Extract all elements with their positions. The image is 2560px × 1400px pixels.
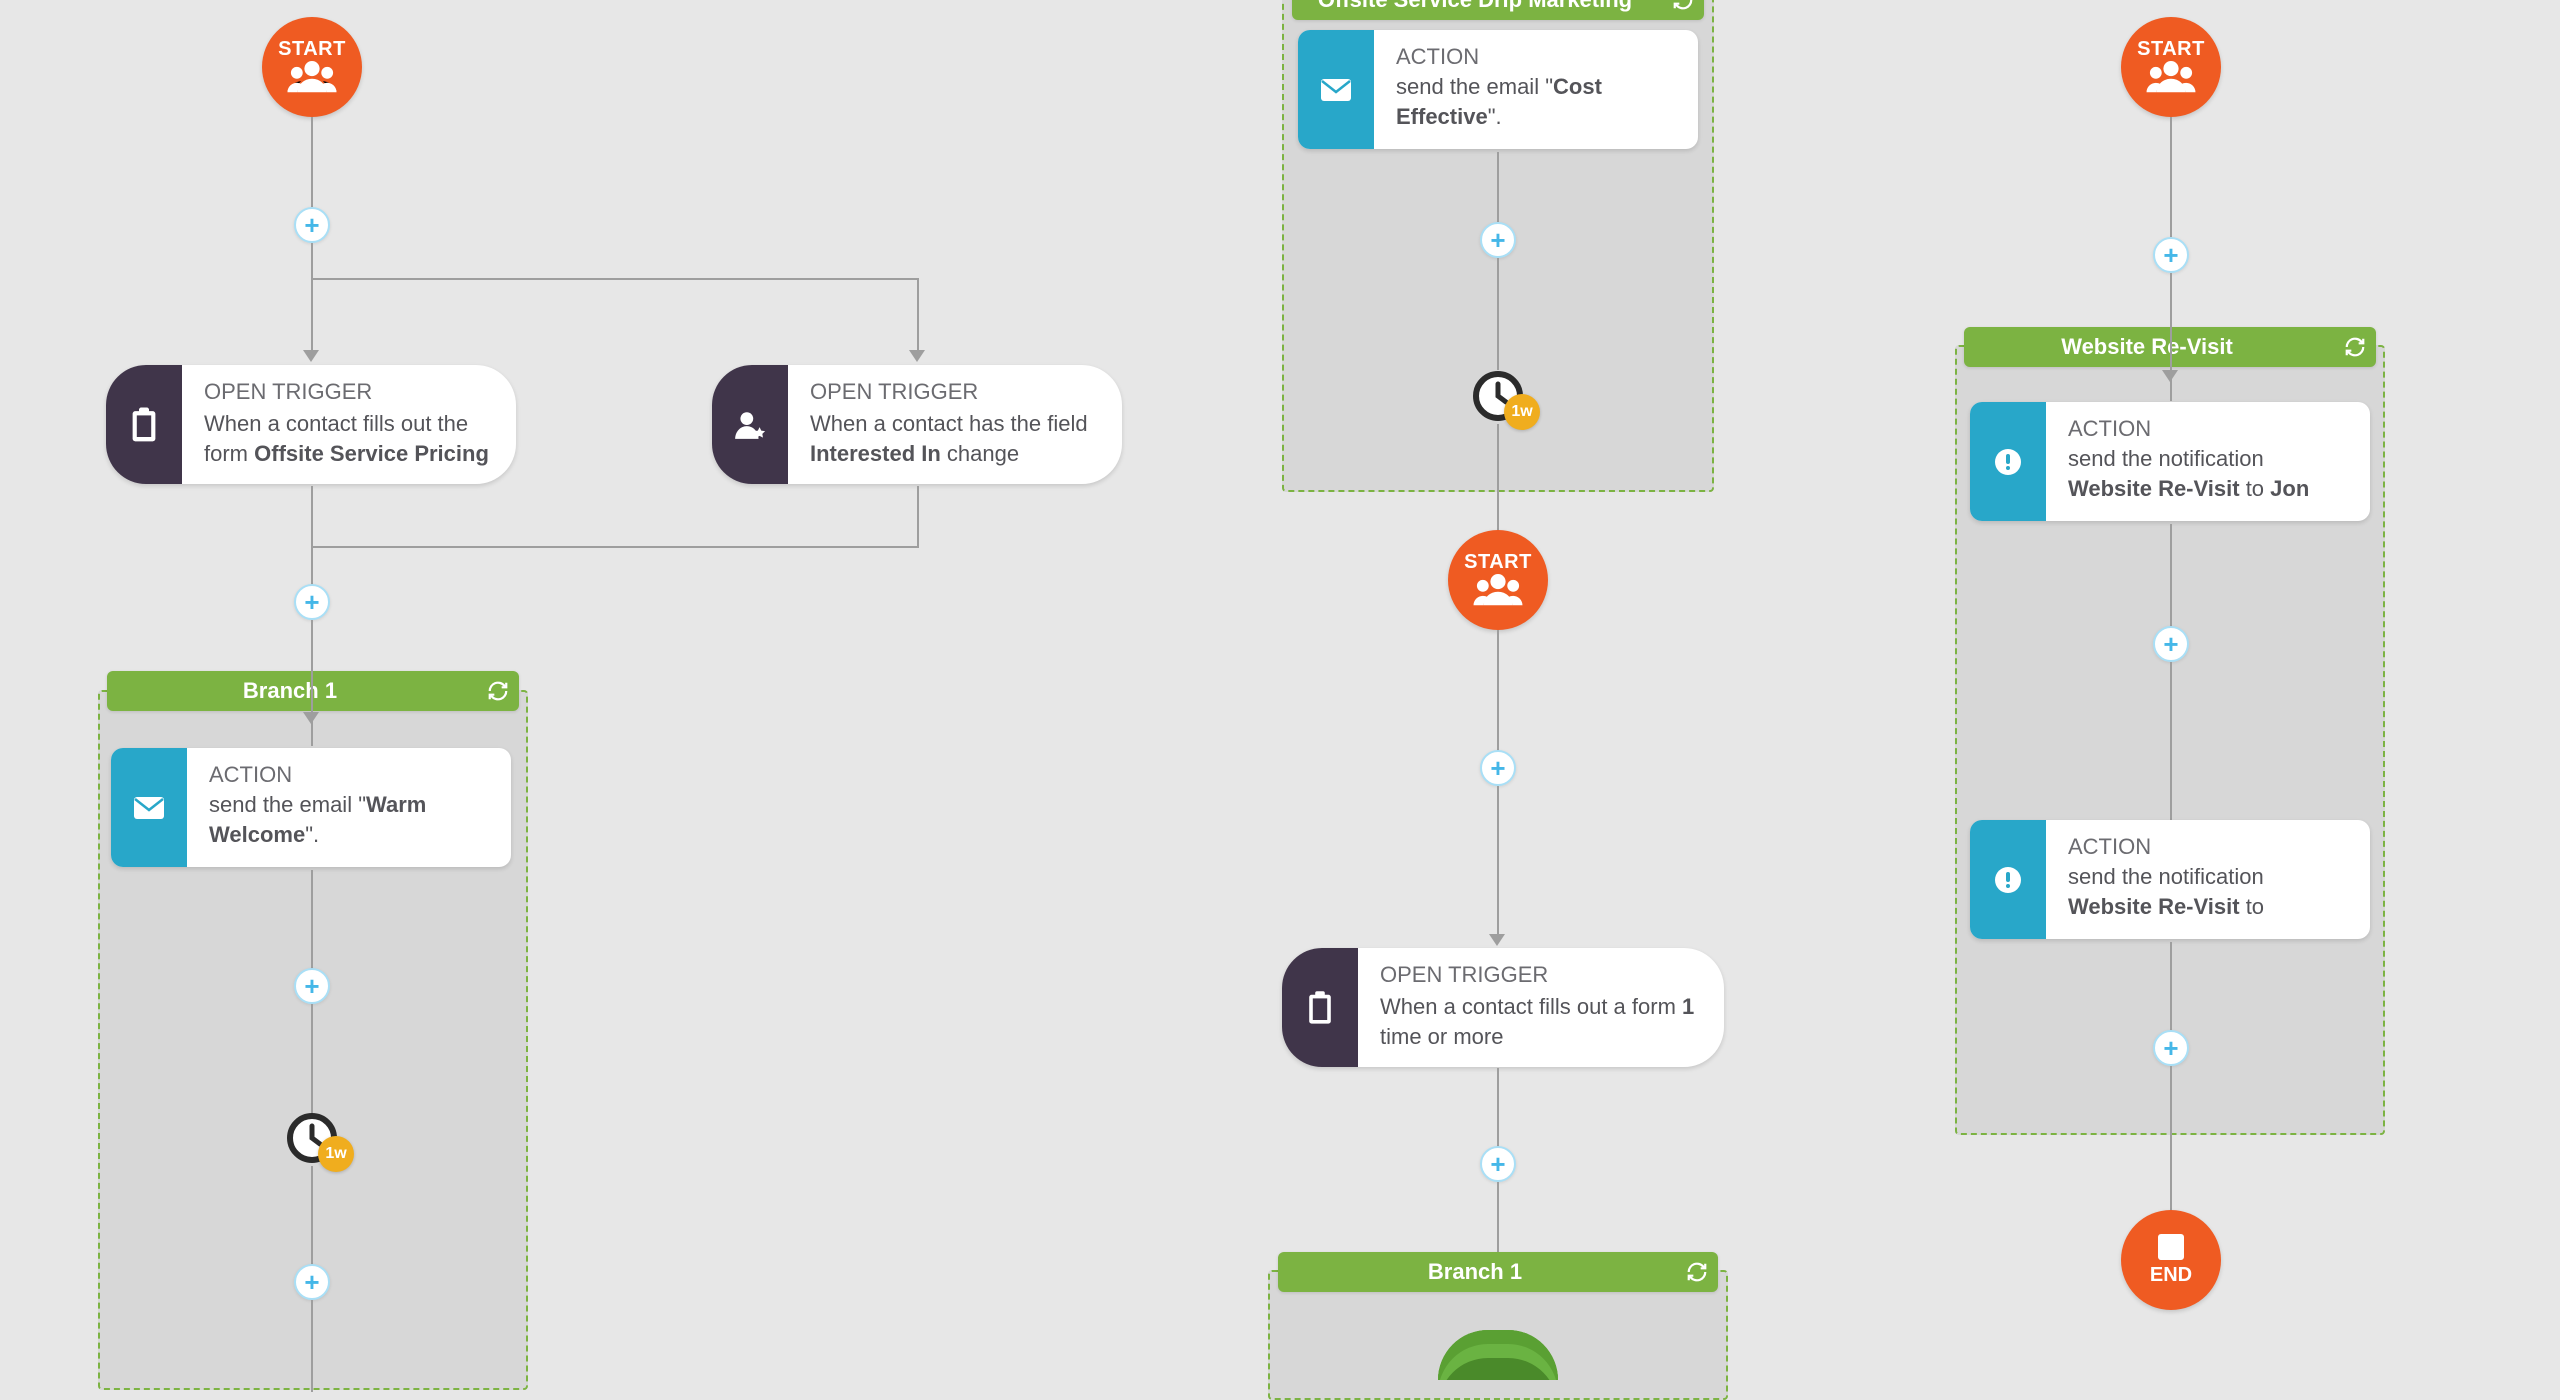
add-step-button[interactable]: [2153, 237, 2189, 273]
card-title: ACTION: [2068, 416, 2346, 442]
stop-icon: [2158, 1234, 2184, 1260]
card-text: When a contact fills out a form 1 time o…: [1380, 992, 1700, 1051]
envelope-icon: [1298, 30, 1374, 149]
arrow-down-icon: [303, 712, 319, 724]
connector: [2170, 1066, 2172, 1212]
end-node[interactable]: END: [2121, 1210, 2221, 1310]
group-icon: [285, 57, 339, 97]
connector: [1497, 1068, 1499, 1148]
connector: [311, 278, 313, 352]
delay-duration: 1w: [1504, 394, 1540, 430]
card-text: send the notification Website Re-Visit t…: [2068, 862, 2346, 921]
end-label: END: [2150, 1264, 2192, 1287]
connector: [917, 278, 919, 352]
group-icon: [1471, 570, 1525, 610]
refresh-icon[interactable]: [487, 680, 509, 702]
add-step-button[interactable]: [2153, 626, 2189, 662]
alert-icon: [1970, 402, 2046, 521]
action-card-email-warm-welcome[interactable]: ACTION send the email "Warm Welcome".: [111, 748, 511, 867]
trigger-card-form-any[interactable]: OPEN TRIGGER When a contact fills out a …: [1282, 948, 1724, 1067]
card-text: send the email "Warm Welcome".: [209, 790, 487, 849]
branch-header-offsite-drip[interactable]: Offsite Service Drip Marketing: [1292, 0, 1704, 20]
connector: [311, 546, 313, 586]
branch-header-branch1-b[interactable]: Branch 1: [1278, 1252, 1718, 1292]
refresh-icon[interactable]: [1686, 1261, 1708, 1283]
connector: [2170, 524, 2172, 628]
arrow-down-icon: [909, 350, 925, 362]
connector: [311, 278, 919, 280]
card-title: OPEN TRIGGER: [204, 379, 492, 405]
connector: [1497, 630, 1499, 752]
branch-title: Offsite Service Drip Marketing: [1292, 0, 1658, 13]
add-step-button[interactable]: [2153, 1030, 2189, 1066]
card-text: When a contact fills out the form Offsit…: [204, 409, 492, 468]
trigger-card-field[interactable]: OPEN TRIGGER When a contact has the fiel…: [712, 365, 1122, 484]
connector: [311, 117, 313, 207]
connector: [311, 546, 919, 548]
start-node[interactable]: START: [1448, 530, 1548, 630]
connector: [1497, 152, 1499, 222]
action-card-notify-jon[interactable]: ACTION send the notification Website Re-…: [1970, 402, 2370, 521]
arrow-down-icon: [2162, 370, 2178, 382]
group-icon: [2144, 57, 2198, 97]
add-step-button[interactable]: [1480, 1146, 1516, 1182]
connector: [311, 243, 313, 278]
clipboard-icon: [1282, 948, 1358, 1067]
card-text: send the notification Website Re-Visit t…: [2068, 444, 2346, 503]
clipboard-icon: [106, 365, 182, 484]
add-step-button[interactable]: [294, 1264, 330, 1300]
connector: [2170, 117, 2172, 237]
delay-1w[interactable]: 1w: [284, 1110, 340, 1166]
card-title: ACTION: [1396, 44, 1674, 70]
arrow-down-icon: [1489, 934, 1505, 946]
branch-header-branch1[interactable]: Branch 1: [107, 671, 519, 711]
card-title: OPEN TRIGGER: [810, 379, 1098, 405]
connector: [311, 870, 313, 970]
trigger-card-form[interactable]: OPEN TRIGGER When a contact fills out th…: [106, 365, 516, 484]
add-step-button[interactable]: [294, 207, 330, 243]
card-text: When a contact has the field Interested …: [810, 409, 1098, 468]
action-card-notify[interactable]: ACTION send the notification Website Re-…: [1970, 820, 2370, 939]
refresh-icon[interactable]: [2344, 336, 2366, 358]
connector: [917, 486, 919, 546]
connector: [2170, 942, 2172, 1032]
card-title: ACTION: [209, 762, 487, 788]
delay-duration: 1w: [318, 1136, 354, 1172]
action-card-email-cost-effective[interactable]: ACTION send the email "Cost Effective".: [1298, 30, 1698, 149]
branch-title: Branch 1: [1278, 1259, 1672, 1285]
connector: [2170, 662, 2172, 822]
start-node[interactable]: START: [262, 17, 362, 117]
connector: [311, 1004, 313, 1114]
add-step-button[interactable]: [294, 968, 330, 1004]
start-node[interactable]: START: [2121, 17, 2221, 117]
connector: [311, 620, 313, 746]
connector: [1497, 258, 1499, 370]
connector: [311, 1300, 313, 1392]
branch-title: Website Re-Visit: [1964, 334, 2330, 360]
person-star-icon: [712, 365, 788, 484]
delay-1w[interactable]: 1w: [1470, 368, 1526, 424]
connector: [311, 486, 313, 546]
connector: [1497, 424, 1499, 532]
add-step-button[interactable]: [1480, 222, 1516, 258]
alert-icon: [1970, 820, 2046, 939]
envelope-icon: [111, 748, 187, 867]
card-title: OPEN TRIGGER: [1380, 962, 1700, 988]
connector: [1497, 786, 1499, 936]
connector: [311, 1166, 313, 1266]
refresh-icon[interactable]: [1672, 0, 1694, 11]
add-step-button[interactable]: [294, 584, 330, 620]
arrow-down-icon: [303, 350, 319, 362]
card-text: send the email "Cost Effective".: [1396, 72, 1674, 131]
card-title: ACTION: [2068, 834, 2346, 860]
add-step-button[interactable]: [1480, 750, 1516, 786]
branch-title: Branch 1: [107, 678, 473, 704]
